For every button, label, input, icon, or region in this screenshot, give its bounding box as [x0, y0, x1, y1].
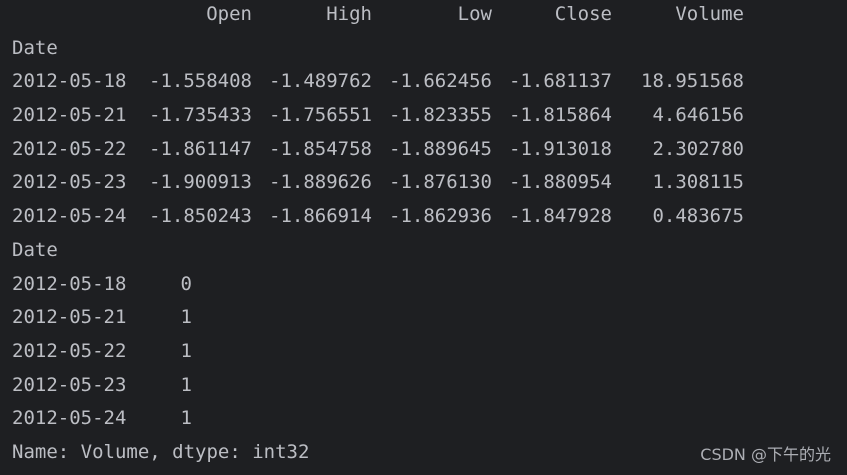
row-date: 2012-05-22 — [12, 137, 127, 160]
row-volume: 18.951568 — [641, 70, 744, 93]
header-index-spacer — [12, 0, 132, 32]
row-low: -1.889645 — [389, 137, 492, 160]
row-high: -1.756551 — [269, 104, 372, 127]
list-item: 2012-05-24 1 — [12, 402, 847, 436]
header-high: High — [326, 3, 372, 25]
row-high: -1.866914 — [269, 205, 372, 228]
series-date: 2012-05-21 — [12, 306, 127, 329]
header-low: Low — [457, 3, 492, 25]
row-close: -1.815864 — [509, 104, 612, 127]
row-close: -1.880954 — [509, 171, 612, 194]
series-value: 1 — [180, 373, 192, 396]
series-index-name: Date — [12, 238, 58, 261]
table-row: 2012-05-22 -1.861147 -1.854758 -1.889645… — [12, 133, 847, 167]
list-item: 2012-05-22 1 — [12, 335, 847, 369]
series-value: 1 — [180, 407, 192, 430]
series-value: 0 — [180, 272, 192, 295]
row-high: -1.854758 — [269, 137, 372, 160]
row-date: 2012-05-24 — [12, 205, 127, 228]
series-date: 2012-05-24 — [12, 407, 127, 430]
row-volume: 1.308115 — [652, 171, 744, 194]
list-item: 2012-05-21 1 — [12, 301, 847, 335]
row-volume: 4.646156 — [652, 104, 744, 127]
header-volume: Volume — [675, 3, 744, 25]
table-row: 2012-05-24 -1.850243 -1.866914 -1.862936… — [12, 200, 847, 234]
series-value: 1 — [180, 306, 192, 329]
row-volume: 0.483675 — [652, 205, 744, 228]
row-date: 2012-05-21 — [12, 104, 127, 127]
row-open: -1.900913 — [149, 171, 252, 194]
row-close: -1.913018 — [509, 137, 612, 160]
row-open: -1.558408 — [149, 70, 252, 93]
row-date: 2012-05-18 — [12, 70, 127, 93]
series-date: 2012-05-23 — [12, 373, 127, 396]
series-date: 2012-05-22 — [12, 339, 127, 362]
header-close: Close — [554, 3, 612, 25]
series-value: 1 — [180, 339, 192, 362]
dataframe-header-row: Open High Low Close Volume — [12, 0, 847, 32]
row-low: -1.862936 — [389, 205, 492, 228]
row-open: -1.850243 — [149, 205, 252, 228]
row-open: -1.735433 — [149, 104, 252, 127]
row-high: -1.889626 — [269, 171, 372, 194]
row-low: -1.876130 — [389, 171, 492, 194]
row-low: -1.823355 — [389, 104, 492, 127]
table-row: 2012-05-18 -1.558408 -1.489762 -1.662456… — [12, 65, 847, 99]
row-close: -1.847928 — [509, 205, 612, 228]
row-close: -1.681137 — [509, 70, 612, 93]
series-date: 2012-05-18 — [12, 272, 127, 295]
table-row: 2012-05-21 -1.735433 -1.756551 -1.823355… — [12, 99, 847, 133]
list-item: 2012-05-23 1 — [12, 369, 847, 403]
row-high: -1.489762 — [269, 70, 372, 93]
list-item: 2012-05-18 0 — [12, 268, 847, 302]
row-volume: 2.302780 — [652, 137, 744, 160]
row-date: 2012-05-23 — [12, 171, 127, 194]
header-open: Open — [206, 3, 252, 25]
table-row: 2012-05-23 -1.900913 -1.889626 -1.876130… — [12, 166, 847, 200]
watermark: CSDN @下午的光 — [700, 445, 831, 464]
console-output: Open High Low Close Volume Date 2012-05-… — [0, 0, 847, 475]
row-low: -1.662456 — [389, 70, 492, 93]
dataframe-index-name: Date — [12, 36, 58, 59]
row-open: -1.861147 — [149, 137, 252, 160]
